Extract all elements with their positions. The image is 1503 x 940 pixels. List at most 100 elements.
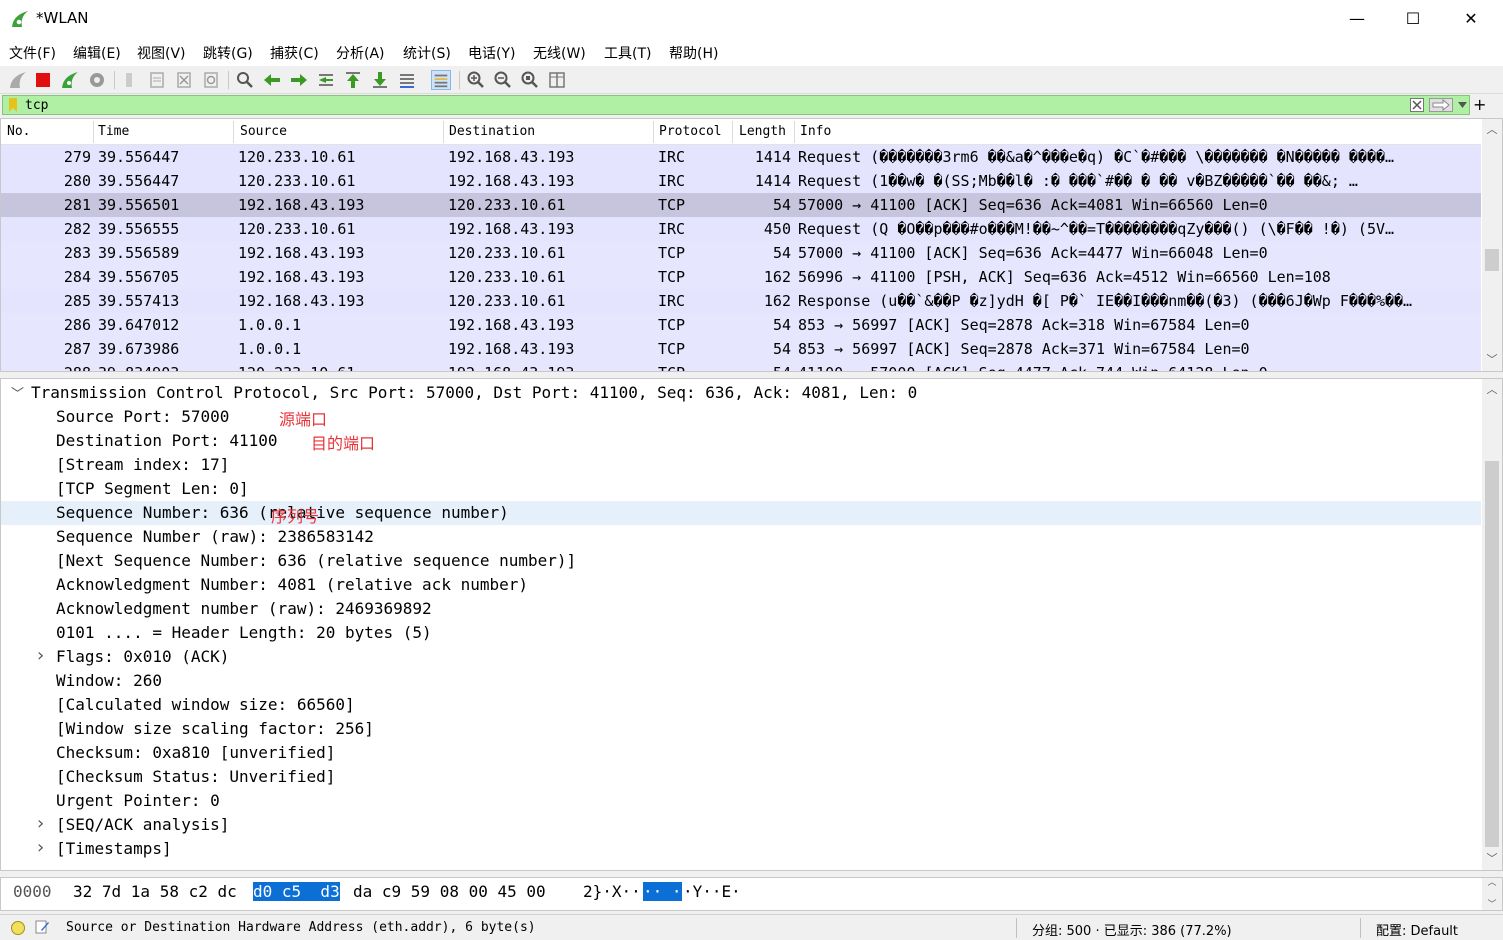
packet-row[interactable]: 283 39.556589 192.168.43.193 120.233.10.61 T… bbox=[1, 241, 1481, 265]
zoom-normal-icon[interactable] bbox=[520, 70, 540, 90]
scroll-up-arrow-icon[interactable]: ︿ bbox=[1482, 381, 1502, 399]
expand-chevron-icon[interactable]: › bbox=[35, 813, 46, 834]
scroll-down-arrow-icon[interactable]: ﹀ bbox=[1482, 850, 1502, 868]
detail-field-row[interactable]: [TCP Segment Len: 0] bbox=[1, 477, 1481, 501]
maximize-button[interactable]: ☐ bbox=[1384, 0, 1442, 38]
bytes-hex[interactable]: 32 7d 1a 58 c2 dc bbox=[73, 882, 237, 901]
zoom-in-icon[interactable] bbox=[466, 70, 486, 90]
expand-chevron-icon[interactable]: › bbox=[35, 645, 46, 666]
save-file-icon[interactable] bbox=[147, 70, 167, 90]
packet-row[interactable]: 284 39.556705 192.168.43.193 120.233.10.61 T… bbox=[1, 265, 1481, 289]
menu-file[interactable]: 文件(F) bbox=[9, 43, 56, 63]
shark-fin-start-icon[interactable] bbox=[8, 70, 28, 90]
bookmark-icon[interactable] bbox=[7, 98, 19, 112]
menu-statistics[interactable]: 统计(S) bbox=[403, 43, 451, 63]
column-divider[interactable] bbox=[93, 121, 94, 143]
column-divider[interactable] bbox=[443, 121, 444, 143]
bytes-scrollbar[interactable]: ︿ ﹀ bbox=[1482, 878, 1502, 910]
close-button[interactable]: ✕ bbox=[1442, 0, 1500, 38]
menu-wireless[interactable]: 无线(W) bbox=[533, 43, 586, 63]
go-first-icon[interactable] bbox=[343, 70, 363, 90]
bytes-hex[interactable]: da c9 59 08 00 45 00 bbox=[353, 882, 546, 901]
packet-row[interactable]: 287 39.673986 1.0.0.1 192.168.43.193 TCP 54 85… bbox=[1, 337, 1481, 361]
packet-row[interactable]: 285 39.557413 192.168.43.193 120.233.10.61 I… bbox=[1, 289, 1481, 313]
detail-field-row[interactable]: Checksum: 0xa810 [unverified] bbox=[1, 741, 1481, 765]
go-to-packet-icon[interactable] bbox=[316, 70, 336, 90]
detail-field-row[interactable]: Acknowledgment Number: 4081 (relative ac… bbox=[1, 573, 1481, 597]
apply-filter-icon[interactable] bbox=[1429, 98, 1453, 112]
detail-field-row[interactable]: Acknowledgment number (raw): 2469369892 bbox=[1, 597, 1481, 621]
bytes-ascii-selected[interactable]: ·· · bbox=[643, 882, 682, 901]
menu-help[interactable]: 帮助(H) bbox=[669, 43, 718, 63]
col-header-length[interactable]: Length bbox=[739, 124, 786, 139]
detail-field-row[interactable]: Source Port: 57000 bbox=[1, 405, 1481, 429]
expert-info-icon[interactable] bbox=[10, 920, 26, 936]
column-divider[interactable] bbox=[794, 121, 795, 143]
autoscroll-icon[interactable] bbox=[397, 70, 417, 90]
detail-field-row[interactable]: › [Timestamps] bbox=[1, 837, 1481, 861]
menu-telephony[interactable]: 电话(Y) bbox=[468, 43, 515, 63]
scrollbar-thumb[interactable] bbox=[1485, 461, 1499, 847]
scroll-up-arrow-icon[interactable]: ︿ bbox=[1482, 121, 1502, 139]
open-file-icon[interactable] bbox=[120, 70, 140, 90]
bytes-hex-selected[interactable]: d0 c5 d3 bbox=[253, 882, 340, 901]
scroll-down-arrow-icon[interactable]: ﹀ bbox=[1482, 900, 1502, 910]
scroll-down-arrow-icon[interactable]: ﹀ bbox=[1482, 351, 1502, 369]
packet-row[interactable]: 286 39.647012 1.0.0.1 192.168.43.193 TCP 54 85… bbox=[1, 313, 1481, 337]
collapse-chevron-icon[interactable]: ﹀ bbox=[11, 383, 24, 402]
detail-field-row[interactable]: Urgent Pointer: 0 bbox=[1, 789, 1481, 813]
column-divider[interactable] bbox=[233, 121, 234, 143]
col-header-destination[interactable]: Destination bbox=[449, 124, 535, 139]
menu-edit[interactable]: 编辑(E) bbox=[73, 43, 121, 63]
column-divider[interactable] bbox=[732, 121, 733, 143]
column-divider[interactable] bbox=[653, 121, 654, 143]
scrollbar-thumb[interactable] bbox=[1485, 249, 1499, 271]
menu-go[interactable]: 跳转(G) bbox=[203, 43, 253, 63]
restart-capture-icon[interactable] bbox=[60, 70, 80, 90]
status-profile[interactable]: 配置: Default bbox=[1376, 920, 1458, 939]
detail-field-row[interactable]: [Calculated window size: 66560] bbox=[1, 693, 1481, 717]
menu-analyze[interactable]: 分析(A) bbox=[336, 43, 385, 63]
col-header-info[interactable]: Info bbox=[800, 124, 831, 139]
detail-field-row[interactable]: [Next Sequence Number: 636 (relative seq… bbox=[1, 549, 1481, 573]
packet-row[interactable]: 279 39.556447 120.233.10.61 192.168.43.193 I… bbox=[1, 145, 1481, 169]
detail-field-row[interactable]: 0101 .... = Header Length: 20 bytes (5) bbox=[1, 621, 1481, 645]
packet-list-scrollbar[interactable]: ︿ ﹀ bbox=[1482, 119, 1502, 371]
scroll-up-arrow-icon[interactable]: ︿ bbox=[1482, 878, 1502, 888]
go-back-icon[interactable] bbox=[262, 70, 282, 90]
display-filter-input[interactable] bbox=[25, 96, 1385, 114]
go-last-icon[interactable] bbox=[370, 70, 390, 90]
detail-tree-header[interactable]: ﹀ Transmission Control Protocol, Src Por… bbox=[1, 381, 1481, 405]
menu-view[interactable]: 视图(V) bbox=[137, 43, 186, 63]
close-file-icon[interactable] bbox=[174, 70, 194, 90]
clear-filter-icon[interactable] bbox=[1410, 98, 1424, 112]
menu-tools[interactable]: 工具(T) bbox=[604, 43, 651, 63]
detail-field-row[interactable]: Window: 260 bbox=[1, 669, 1481, 693]
go-forward-icon[interactable] bbox=[289, 70, 309, 90]
bytes-ascii[interactable]: ·Y··E· bbox=[683, 882, 741, 901]
packet-row[interactable]: 282 39.556555 120.233.10.61 192.168.43.193 I… bbox=[1, 217, 1481, 241]
bytes-ascii[interactable]: 2}·X·· bbox=[583, 882, 641, 901]
packet-row[interactable]: 281 39.556501 192.168.43.193 120.233.10.61 T… bbox=[1, 193, 1481, 217]
detail-field-row[interactable]: Sequence Number: 636 (relative sequence … bbox=[1, 501, 1481, 525]
col-header-protocol[interactable]: Protocol bbox=[659, 124, 722, 139]
detail-field-row[interactable]: [Window size scaling factor: 256] bbox=[1, 717, 1481, 741]
packet-row[interactable]: 280 39.556447 120.233.10.61 192.168.43.193 I… bbox=[1, 169, 1481, 193]
detail-field-row[interactable]: [Checksum Status: Unverified] bbox=[1, 765, 1481, 789]
colorize-icon[interactable] bbox=[431, 70, 451, 90]
edit-comment-icon[interactable] bbox=[34, 919, 50, 935]
menu-capture[interactable]: 捕获(C) bbox=[270, 43, 319, 63]
expand-chevron-icon[interactable]: › bbox=[35, 837, 46, 858]
detail-field-row[interactable]: Sequence Number (raw): 2386583142 bbox=[1, 525, 1481, 549]
detail-field-row[interactable]: Destination Port: 41100 bbox=[1, 429, 1481, 453]
stop-capture-icon[interactable] bbox=[33, 70, 53, 90]
add-filter-button[interactable]: + bbox=[1473, 95, 1486, 114]
reload-file-icon[interactable] bbox=[201, 70, 221, 90]
minimize-button[interactable]: — bbox=[1328, 0, 1386, 38]
filter-dropdown-icon[interactable] bbox=[1458, 101, 1467, 109]
details-scrollbar[interactable]: ︿ ﹀ bbox=[1482, 379, 1502, 870]
col-header-time[interactable]: Time bbox=[98, 124, 129, 139]
col-header-source[interactable]: Source bbox=[240, 124, 287, 139]
detail-field-row[interactable]: › [SEQ/ACK analysis] bbox=[1, 813, 1481, 837]
packet-row[interactable]: 288 39.834903 120.233.10.61 192.168.43.193 T… bbox=[1, 361, 1481, 371]
